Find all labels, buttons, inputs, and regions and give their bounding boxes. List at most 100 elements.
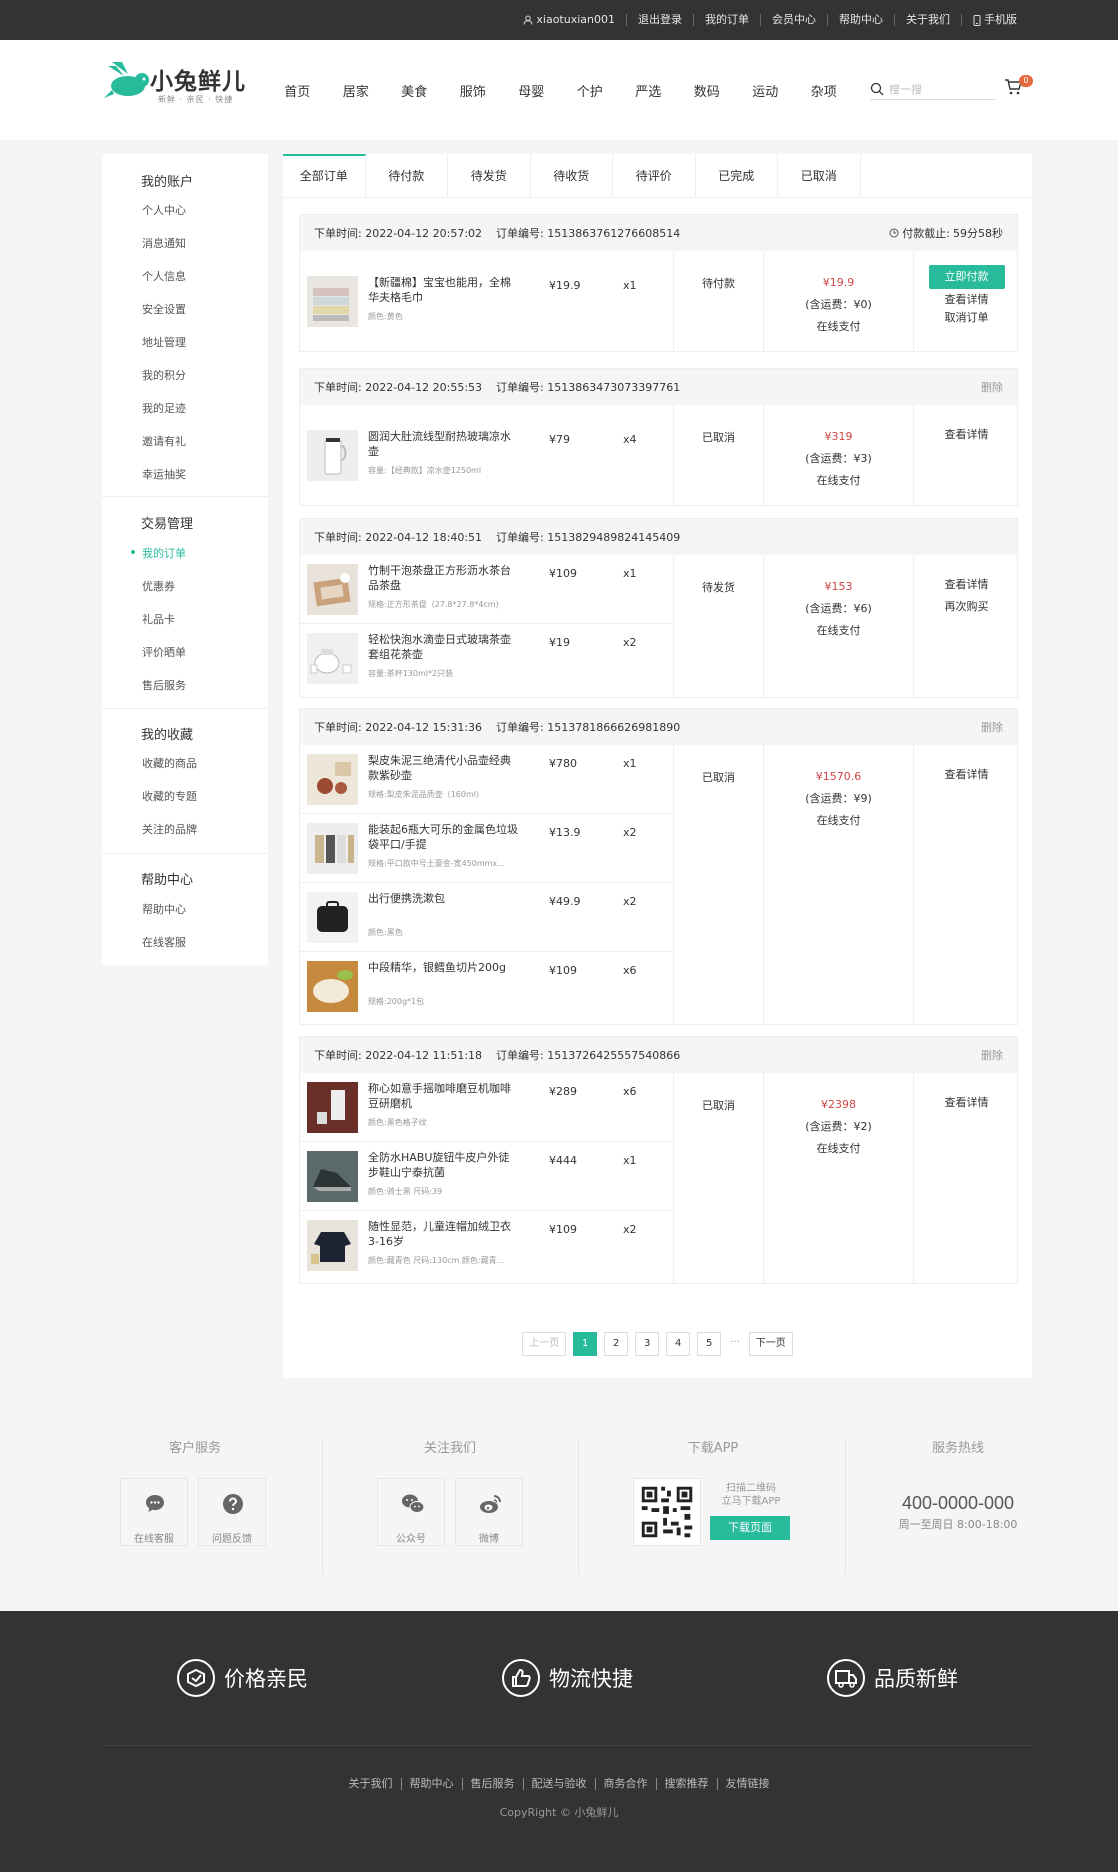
- goods-row[interactable]: 随性显范，儿童连帽加绒卫衣3-16岁 颜色:藏青色 尺码:130cm 颜色:藏青…: [300, 1211, 673, 1280]
- sidebar-item-personal-center[interactable]: 个人中心: [142, 202, 186, 218]
- nav-selected[interactable]: 严选: [619, 81, 678, 100]
- goods-row[interactable]: 中段精华，银鳕鱼切片200g 规格:200g*1包 ¥109 x6: [300, 952, 673, 1021]
- goods-row[interactable]: 出行便携洗漱包 颜色:黑色 ¥49.9 x2: [300, 883, 673, 952]
- logout-link[interactable]: 退出登录: [626, 14, 693, 26]
- product-image[interactable]: [307, 1151, 358, 1202]
- nav-misc[interactable]: 杂项: [795, 81, 854, 100]
- footer-link-friends[interactable]: 友情链接: [716, 1778, 778, 1790]
- product-image[interactable]: [307, 430, 358, 481]
- goods-row[interactable]: 称心如意手摇咖啡磨豆机咖啡豆研磨机 颜色:黑色格子纹 ¥289 x6: [300, 1073, 673, 1142]
- page-1-button[interactable]: 1: [573, 1332, 598, 1356]
- sidebar-item-messages[interactable]: 消息通知: [142, 235, 186, 251]
- delete-order-link[interactable]: 删除: [981, 1047, 1003, 1063]
- tab-pending-payment[interactable]: 待付款: [366, 154, 448, 198]
- product-image[interactable]: [307, 823, 358, 874]
- sidebar-item-coupons[interactable]: 优惠券: [142, 578, 175, 594]
- product-name[interactable]: 出行便携洗漱包: [368, 891, 520, 921]
- sidebar-item-online-service[interactable]: 在线客服: [142, 934, 186, 950]
- footer-link-delivery[interactable]: 配送与验收: [522, 1778, 595, 1790]
- nav-clothing[interactable]: 服饰: [444, 81, 503, 100]
- next-page-button[interactable]: 下一页: [748, 1332, 793, 1356]
- footer-link-search[interactable]: 搜索推荐: [655, 1778, 717, 1790]
- goods-row[interactable]: 【新疆棉】宝宝也能用，全棉华夫格毛巾 颜色:黄色 ¥19.9 x1: [300, 267, 673, 336]
- rebuy-link[interactable]: 再次购买: [914, 596, 1019, 618]
- goods-row[interactable]: 全防水HABU旋钮牛皮户外徒步鞋山宁泰抗菌 颜色:骑士黑 尺码:39 ¥444 …: [300, 1142, 673, 1211]
- view-details-link[interactable]: 查看详情: [914, 574, 1019, 596]
- product-image[interactable]: [307, 961, 358, 1012]
- footer-link-after-sales[interactable]: 售后服务: [461, 1778, 523, 1790]
- footer-link-about[interactable]: 关于我们: [341, 1778, 401, 1790]
- sidebar-item-address[interactable]: 地址管理: [142, 334, 186, 350]
- user-link[interactable]: xiaotuxian001: [512, 14, 626, 26]
- page-2-button[interactable]: 2: [604, 1332, 629, 1356]
- sidebar-item-my-orders[interactable]: 我的订单: [131, 545, 186, 561]
- prev-page-button[interactable]: 上一页: [522, 1332, 567, 1356]
- tab-pending-shipment[interactable]: 待发货: [448, 154, 531, 198]
- mobile-link[interactable]: 手机版: [961, 14, 1028, 26]
- download-page-button[interactable]: 下载页面: [710, 1516, 790, 1540]
- product-name[interactable]: 圆润大肚流线型耐热玻璃凉水壶: [368, 429, 520, 459]
- my-orders-link[interactable]: 我的订单: [693, 14, 760, 26]
- page-3-button[interactable]: 3: [635, 1332, 660, 1356]
- footer-link-help[interactable]: 帮助中心: [400, 1778, 462, 1790]
- product-image[interactable]: [307, 633, 358, 684]
- member-center-link[interactable]: 会员中心: [760, 14, 827, 26]
- nav-digital[interactable]: 数码: [678, 81, 737, 100]
- product-image[interactable]: [307, 564, 358, 615]
- product-image[interactable]: [307, 1220, 358, 1271]
- cart-button[interactable]: 0: [1004, 75, 1033, 100]
- product-image[interactable]: [307, 1082, 358, 1133]
- view-details-link[interactable]: 查看详情: [914, 1092, 1019, 1114]
- nav-personal-care[interactable]: 个护: [561, 81, 620, 100]
- product-image[interactable]: [307, 276, 358, 327]
- product-image[interactable]: [307, 754, 358, 805]
- search-box[interactable]: 搜一搜: [870, 78, 995, 100]
- sidebar-item-invite[interactable]: 邀请有礼: [142, 433, 186, 449]
- goods-row[interactable]: 轻松快泡水滴壶日式玻璃茶壶套组花茶壶 容量:茶杯130ml*2只装 ¥19 x2: [300, 624, 673, 693]
- product-name[interactable]: 全防水HABU旋钮牛皮户外徒步鞋山宁泰抗菌: [368, 1150, 520, 1180]
- sidebar-item-after-sales[interactable]: 售后服务: [142, 677, 186, 693]
- product-name[interactable]: 称心如意手摇咖啡磨豆机咖啡豆研磨机: [368, 1081, 520, 1111]
- tab-cancelled[interactable]: 已取消: [778, 154, 861, 198]
- pay-now-button[interactable]: 立即付款: [928, 265, 1005, 289]
- goods-row[interactable]: 梨皮朱泥三绝清代小品壶经典款紫砂壶 规格:梨皮朱泥品质壶（160ml) ¥780…: [300, 745, 673, 814]
- online-service-button[interactable]: 在线客服: [120, 1478, 188, 1546]
- sidebar-item-reviews[interactable]: 评价晒单: [142, 644, 186, 660]
- page-5-button[interactable]: 5: [697, 1332, 722, 1356]
- sidebar-item-profile[interactable]: 个人信息: [142, 268, 186, 284]
- sidebar-item-help-center[interactable]: 帮助中心: [142, 901, 186, 917]
- tab-all-orders[interactable]: 全部订单: [283, 154, 366, 198]
- footer-link-business[interactable]: 商务合作: [594, 1778, 656, 1790]
- goods-row[interactable]: 能装起6瓶大可乐的金属色垃圾袋平口/手提 规格:平口款中号土豪金-宽450mmx…: [300, 814, 673, 883]
- sidebar-item-fav-goods[interactable]: 收藏的商品: [142, 755, 197, 771]
- nav-home-living[interactable]: 居家: [327, 81, 386, 100]
- nav-home[interactable]: 首页: [268, 81, 327, 100]
- feedback-button[interactable]: 问题反馈: [198, 1478, 266, 1546]
- cancel-order-link[interactable]: 取消订单: [914, 307, 1019, 329]
- product-name[interactable]: 随性显范，儿童连帽加绒卫衣3-16岁: [368, 1219, 520, 1249]
- sidebar-item-points[interactable]: 我的积分: [142, 367, 186, 383]
- goods-row[interactable]: 圆润大肚流线型耐热玻璃凉水壶 容量:【经典款】凉水壶1250ml ¥79 x4: [300, 421, 673, 490]
- view-details-link[interactable]: 查看详情: [914, 424, 1019, 446]
- about-link[interactable]: 关于我们: [894, 14, 961, 26]
- nav-baby[interactable]: 母婴: [502, 81, 561, 100]
- search-input[interactable]: 搜一搜: [889, 81, 922, 97]
- nav-food[interactable]: 美食: [385, 81, 444, 100]
- nav-sports[interactable]: 运动: [736, 81, 795, 100]
- product-name[interactable]: 轻松快泡水滴壶日式玻璃茶壶套组花茶壶: [368, 632, 520, 662]
- product-name[interactable]: 中段精华，银鳕鱼切片200g: [368, 960, 520, 990]
- sidebar-item-security[interactable]: 安全设置: [142, 301, 186, 317]
- help-center-link[interactable]: 帮助中心: [827, 14, 894, 26]
- page-4-button[interactable]: 4: [666, 1332, 691, 1356]
- tab-completed[interactable]: 已完成: [696, 154, 778, 198]
- product-image[interactable]: [307, 892, 358, 943]
- sidebar-item-footprints[interactable]: 我的足迹: [142, 400, 186, 416]
- sidebar-item-fav-brands[interactable]: 关注的品牌: [142, 821, 197, 837]
- weibo-button[interactable]: 微博: [455, 1478, 523, 1546]
- sidebar-item-gift-cards[interactable]: 礼品卡: [142, 611, 175, 627]
- sidebar-item-lottery[interactable]: 幸运抽奖: [142, 466, 186, 482]
- product-name[interactable]: 竹制干泡茶盘正方形沥水茶台品茶盘: [368, 563, 520, 593]
- tab-pending-receipt[interactable]: 待收货: [531, 154, 613, 198]
- sidebar-item-fav-topics[interactable]: 收藏的专题: [142, 788, 197, 804]
- view-details-link[interactable]: 查看详情: [914, 764, 1019, 786]
